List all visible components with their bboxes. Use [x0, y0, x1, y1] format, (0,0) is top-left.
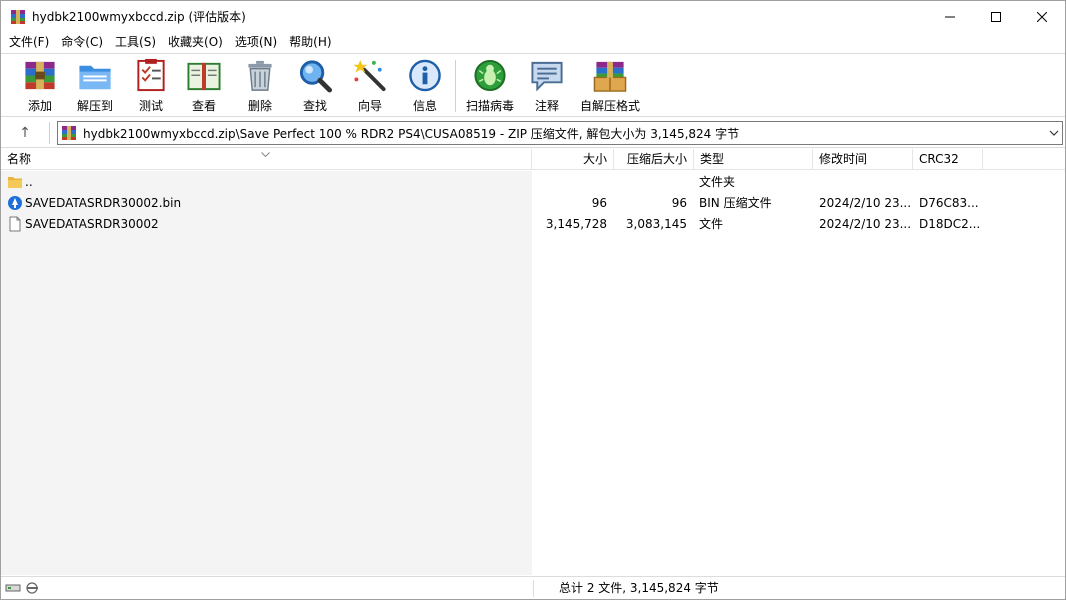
- row-name: ..: [25, 175, 33, 189]
- row-crc32: D76C83...: [919, 196, 979, 210]
- info-icon: [409, 59, 441, 92]
- address-path-text: hydbk2100wmyxbccd.zip\Save Perfect 100 %…: [83, 126, 740, 141]
- column-header-type[interactable]: 类型: [694, 149, 813, 170]
- drive-status-icon[interactable]: [5, 581, 45, 595]
- row-size: 3,145,728: [545, 217, 607, 231]
- magic-wand-icon: [353, 59, 386, 92]
- info-button[interactable]: 信息: [407, 58, 443, 114]
- address-separator: [49, 122, 50, 144]
- menu-help[interactable]: 帮助(H): [283, 32, 337, 52]
- chevron-down-icon: [1049, 130, 1059, 136]
- view-button[interactable]: 查看: [184, 58, 224, 114]
- test-button[interactable]: 测试: [133, 58, 169, 114]
- table-row-parent-folder[interactable]: .. 文件夹: [1, 172, 1065, 193]
- sort-indicator-icon: [261, 145, 270, 166]
- comment-icon: [531, 61, 563, 92]
- menu-favorites[interactable]: 收藏夹(O): [162, 32, 229, 52]
- sfx-button[interactable]: 自解压格式: [579, 58, 641, 114]
- row-size: 96: [591, 196, 607, 210]
- find-label: 查找: [302, 99, 327, 113]
- file-list: .. 文件夹 SAVEDATASRDR30002.bin 96 96 BIN 压…: [1, 171, 1065, 575]
- status-separator: [533, 580, 534, 597]
- table-row-bin-file[interactable]: SAVEDATASRDR30002.bin 96 96 BIN 压缩文件 202…: [1, 193, 1065, 214]
- row-crc32: D18DC2...: [919, 217, 981, 231]
- title-bar[interactable]: hydbk2100wmyxbccd.zip (评估版本): [1, 1, 1065, 32]
- add-label: 添加: [27, 99, 52, 113]
- menu-commands[interactable]: 命令(C): [55, 32, 109, 52]
- view-label: 查看: [191, 99, 216, 113]
- row-modified: [819, 172, 911, 193]
- table-row-file[interactable]: SAVEDATASRDR30002 3,145,728 3,083,145 文件…: [1, 214, 1065, 235]
- address-bar: ↑ hydbk2100wmyxbccd.zip\Save Perfect 100…: [1, 118, 1065, 148]
- magnifier-icon: [299, 60, 333, 93]
- virus-scan-button[interactable]: 扫描病毒: [465, 58, 515, 114]
- extract-folder-icon: [79, 65, 111, 90]
- bin-file-icon: [7, 195, 23, 211]
- menu-options[interactable]: 选项(N): [229, 32, 283, 52]
- address-path-field[interactable]: hydbk2100wmyxbccd.zip\Save Perfect 100 %…: [57, 121, 1063, 145]
- sfx-box-icon: [593, 61, 627, 92]
- view-book-icon: [187, 62, 221, 91]
- row-type: 文件: [699, 217, 724, 231]
- wizard-button[interactable]: 向导: [352, 58, 388, 114]
- virus-scan-label: 扫描病毒: [465, 99, 514, 113]
- file-icon: [7, 216, 23, 232]
- row-size: [532, 172, 607, 193]
- column-header-name[interactable]: 名称: [1, 149, 532, 170]
- add-archive-icon: [25, 61, 55, 90]
- extract-label: 解压到: [76, 99, 113, 113]
- window-controls: [927, 1, 1065, 32]
- menu-file[interactable]: 文件(F): [3, 32, 55, 52]
- trash-icon: [248, 60, 272, 91]
- winrar-app-icon: [10, 9, 26, 25]
- file-list-header: 名称 大小 压缩后大小 类型 修改时间 CRC32: [1, 149, 1065, 170]
- column-header-size[interactable]: 大小: [532, 149, 614, 170]
- close-button[interactable]: [1019, 1, 1065, 32]
- delete-button[interactable]: 删除: [242, 58, 278, 114]
- comment-button[interactable]: 注释: [529, 58, 565, 114]
- row-crc32: [919, 172, 981, 193]
- row-modified: 2024/2/10 23...: [819, 217, 911, 231]
- row-type: BIN 压缩文件: [699, 196, 772, 210]
- row-modified: 2024/2/10 23...: [819, 196, 911, 210]
- folder-icon: [7, 174, 23, 190]
- winrar-window: hydbk2100wmyxbccd.zip (评估版本) 文件(F) 命令(C)…: [0, 0, 1066, 600]
- test-label: 测试: [138, 99, 163, 113]
- menu-bar: 文件(F) 命令(C) 工具(S) 收藏夹(O) 选项(N) 帮助(H): [1, 32, 1065, 52]
- virus-scan-icon: [474, 59, 506, 92]
- arrow-up-icon: ↑: [19, 125, 31, 141]
- column-header-packed-size[interactable]: 压缩后大小: [614, 149, 694, 170]
- archive-icon: [61, 125, 77, 141]
- status-summary: 总计 2 文件, 3,145,824 字节: [559, 581, 719, 595]
- row-packed-size: [614, 172, 687, 193]
- column-header-modified[interactable]: 修改时间: [813, 149, 913, 170]
- row-name: SAVEDATASRDR30002.bin: [25, 196, 182, 210]
- wizard-label: 向导: [357, 99, 382, 113]
- add-button[interactable]: 添加: [22, 58, 58, 114]
- row-packed-size: 3,083,145: [625, 217, 687, 231]
- info-label: 信息: [412, 99, 437, 113]
- extract-button[interactable]: 解压到: [75, 58, 115, 114]
- up-one-level-button[interactable]: ↑: [5, 121, 45, 145]
- minimize-button[interactable]: [927, 1, 973, 32]
- comment-label: 注释: [534, 99, 559, 113]
- sfx-label: 自解压格式: [579, 99, 640, 113]
- find-button[interactable]: 查找: [297, 58, 333, 114]
- status-bar: 总计 2 文件, 3,145,824 字节: [1, 576, 1065, 599]
- row-packed-size: 96: [671, 196, 687, 210]
- address-dropdown-button[interactable]: [1046, 122, 1062, 144]
- toolbar: 添加 解压到 测试 查看 删除 查找 向导 信息 扫描病毒 注释 自解压格式: [1, 53, 1065, 117]
- window-title: hydbk2100wmyxbccd.zip (评估版本): [32, 10, 246, 24]
- column-header-crc32[interactable]: CRC32: [913, 149, 983, 170]
- row-type: 文件夹: [699, 175, 736, 189]
- row-name: SAVEDATASRDR30002: [25, 217, 159, 231]
- maximize-button[interactable]: [973, 1, 1019, 32]
- toolbar-separator: [455, 60, 456, 112]
- test-checklist-icon: [137, 58, 165, 92]
- menu-tools[interactable]: 工具(S): [109, 32, 162, 52]
- delete-label: 删除: [247, 99, 272, 113]
